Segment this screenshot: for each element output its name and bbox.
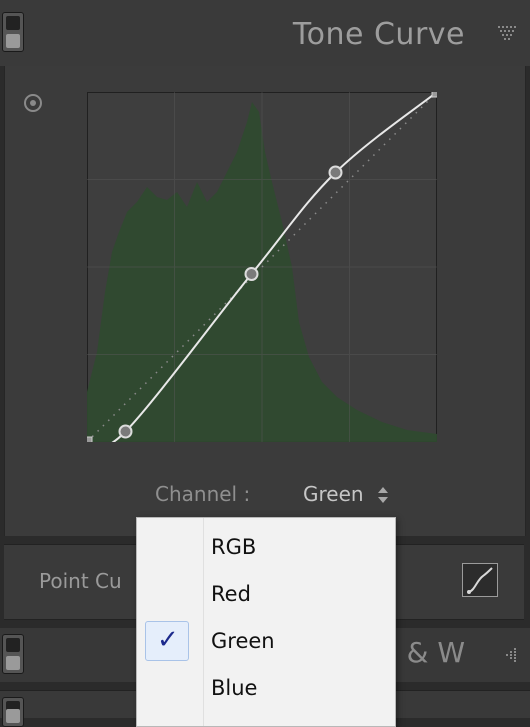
panel-title: Tone Curve bbox=[292, 17, 465, 52]
bw-panel-toggle-switch[interactable] bbox=[2, 634, 24, 674]
channel-label: Channel : bbox=[155, 482, 251, 506]
menu-item-rgb[interactable]: RGB bbox=[137, 524, 395, 571]
checkmark-icon: ✓ bbox=[157, 625, 179, 655]
curve-icon bbox=[467, 567, 493, 594]
collapse-triangle-icon[interactable] bbox=[498, 26, 518, 42]
curve-control-point[interactable] bbox=[431, 86, 443, 98]
tone-curve-header[interactable]: Tone Curve bbox=[0, 0, 530, 66]
point-curve-edit-button[interactable] bbox=[462, 563, 498, 597]
menu-item-green[interactable]: ✓ Green bbox=[137, 618, 395, 665]
expand-triangle-icon[interactable] bbox=[500, 648, 518, 662]
targeted-adjustment-icon[interactable] bbox=[24, 94, 42, 112]
menu-item-red[interactable]: Red bbox=[137, 571, 395, 618]
curve-control-point[interactable] bbox=[118, 424, 133, 439]
channel-select[interactable]: Green bbox=[303, 482, 364, 506]
updown-arrow-icon[interactable] bbox=[377, 484, 389, 506]
panel-toggle-switch[interactable] bbox=[2, 12, 24, 52]
tone-curve-graph[interactable] bbox=[81, 86, 443, 448]
menu-item-label: Blue bbox=[211, 676, 258, 700]
menu-item-blue[interactable]: Blue bbox=[137, 665, 395, 712]
menu-item-label: Red bbox=[211, 582, 251, 606]
curve-control-point[interactable] bbox=[244, 267, 259, 281]
curve-control-point[interactable] bbox=[81, 436, 93, 448]
check-highlight: ✓ bbox=[145, 621, 189, 661]
channel-dropdown-menu: RGB Red ✓ Green Blue bbox=[136, 517, 396, 727]
point-curve-label: Point Cu bbox=[39, 569, 122, 593]
menu-item-label: Green bbox=[211, 629, 275, 653]
menu-item-label: RGB bbox=[211, 535, 257, 559]
curve-control-point[interactable] bbox=[328, 165, 343, 180]
next-panel-toggle-switch[interactable] bbox=[2, 697, 24, 727]
